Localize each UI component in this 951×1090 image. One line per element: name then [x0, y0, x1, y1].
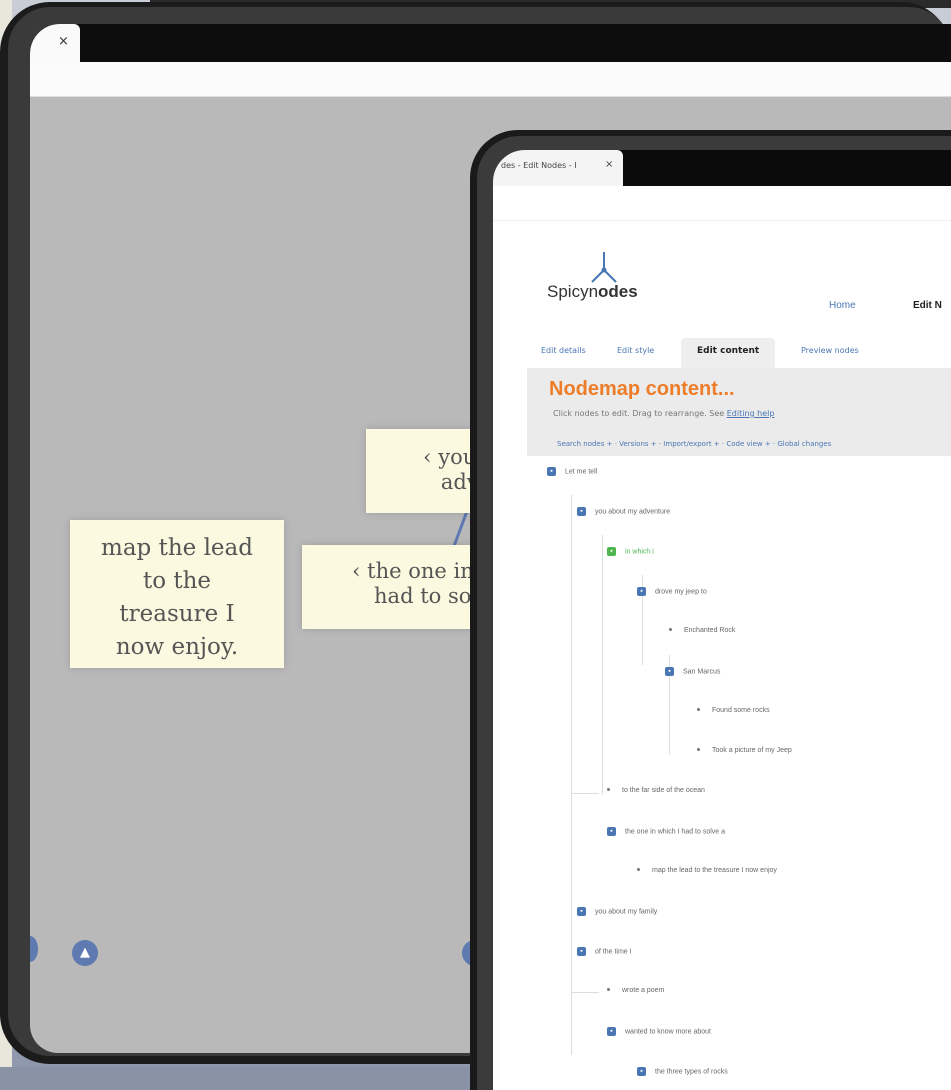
- back-arrow-icon[interactable]: ‹: [423, 445, 431, 469]
- node-toggle-icon[interactable]: ▪: [577, 507, 586, 516]
- leaf-bullet-icon: [669, 628, 672, 632]
- leaf-bullet-icon: [697, 748, 700, 752]
- node-map-the-lead[interactable]: map the lead to the treasure I now enjoy…: [70, 520, 284, 668]
- node-toggle-icon[interactable]: ▪: [607, 1027, 616, 1036]
- tree-guide-line: [571, 793, 599, 794]
- node-toggle-icon[interactable]: ▪: [637, 1067, 646, 1076]
- node-label: to the far side of the ocean: [622, 787, 705, 794]
- tree-guide-line: [571, 992, 599, 993]
- tree-node[interactable]: Took a picture of my Jeep: [693, 747, 792, 754]
- node-text-line: treasure I: [119, 601, 235, 627]
- tree-node[interactable]: to the far side of the ocean: [603, 787, 705, 794]
- node-tree: ▪ Let me tell ▪ you about my adventure ▪ in…: [493, 150, 951, 1090]
- node-text-line: to the: [142, 568, 212, 594]
- tree-node[interactable]: ▪ the three types of rocks: [637, 1067, 728, 1076]
- node-label: map the lead to the treasure I now enjoy: [652, 867, 777, 874]
- tree-node[interactable]: Enchanted Rock: [665, 627, 735, 634]
- front-tablet: des - Edit Nodes - I × Spicynodes Home E…: [470, 130, 951, 1090]
- node-toggle-icon[interactable]: ▪: [547, 467, 556, 476]
- node-toggle-icon[interactable]: ▪: [577, 947, 586, 956]
- node-label: drove my jeep to: [655, 588, 707, 596]
- tree-guide-line: [571, 495, 572, 1055]
- tree-node[interactable]: wrote a poem: [603, 987, 664, 994]
- leaf-bullet-icon: [607, 988, 610, 992]
- node-label: wrote a poem: [622, 987, 665, 994]
- node-label: Took a picture of my Jeep: [712, 747, 792, 754]
- node-label: Found some rocks: [712, 707, 770, 714]
- tree-node[interactable]: ▪ wanted to know more about: [607, 1027, 711, 1036]
- front-tablet-bezel: des - Edit Nodes - I × Spicynodes Home E…: [477, 136, 951, 1090]
- back-arrow-icon[interactable]: ‹: [352, 559, 360, 583]
- node-toggle-icon[interactable]: ▪: [637, 587, 646, 596]
- node-label: in which i: [625, 548, 654, 556]
- node-label: Let me tell: [565, 468, 598, 476]
- leaf-bullet-icon: [637, 868, 640, 872]
- tree-guide-line: [602, 535, 603, 795]
- tree-node[interactable]: Found some rocks: [693, 707, 770, 714]
- tree-node[interactable]: ▪ you about my family: [577, 907, 657, 916]
- node-text-line: now enjoy.: [115, 634, 239, 660]
- up-arrow-icon[interactable]: ▲: [72, 940, 98, 966]
- node-label: wanted to know more about: [625, 1028, 711, 1036]
- node-label: the three types of rocks: [655, 1068, 728, 1076]
- node-toggle-icon[interactable]: ▪: [607, 827, 616, 836]
- leaf-bullet-icon: [697, 708, 700, 712]
- tree-node[interactable]: ▪ the one in which I had to solve a: [607, 827, 725, 836]
- leaf-bullet-icon: [607, 788, 610, 792]
- editor-screen: des - Edit Nodes - I × Spicynodes Home E…: [493, 150, 951, 1090]
- node-toggle-icon[interactable]: ▪: [665, 667, 674, 676]
- node-label: you about my adventure: [595, 508, 671, 516]
- node-label: you about my family: [595, 908, 658, 916]
- tree-node[interactable]: ▪ in which i: [607, 547, 654, 556]
- node-toggle-icon[interactable]: ▪: [607, 547, 616, 556]
- tree-node[interactable]: ▪ you about my adventure: [577, 507, 670, 516]
- tree-node[interactable]: ▪ drove my jeep to: [637, 587, 707, 596]
- tree-node[interactable]: ▪ San Marcus: [665, 667, 720, 676]
- node-text-line: map the lead: [101, 535, 253, 561]
- node-label: the one in which I had to solve a: [625, 828, 726, 836]
- tree-node[interactable]: ▪ of the time I: [577, 947, 632, 956]
- node-label: San Marcus: [683, 668, 721, 676]
- tree-node[interactable]: ▪ Let me tell: [547, 467, 597, 476]
- node-label: Enchanted Rock: [684, 627, 736, 634]
- tree-node[interactable]: map the lead to the treasure I now enjoy: [633, 867, 777, 874]
- node-toggle-icon[interactable]: ▪: [577, 907, 586, 916]
- node-label: of the time I: [595, 948, 632, 956]
